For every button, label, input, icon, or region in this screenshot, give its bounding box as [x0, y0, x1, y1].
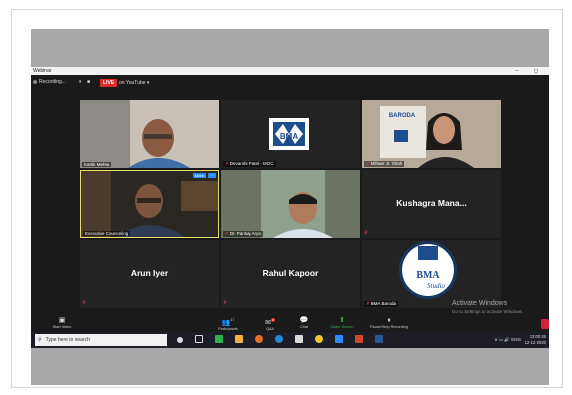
participants-icon: 👥17 [209, 316, 247, 327]
meeting-toolbar: ▣ Start Video 👥17 Participants ✉4 Q&A 💬 … [31, 315, 549, 332]
participant-name: Executive Counceling [83, 231, 131, 236]
search-placeholder: Type here to search [45, 337, 90, 343]
muted-mic-icon: ✗ [366, 161, 370, 166]
bottom-gray-band [31, 348, 549, 385]
muted-mic-icon: ✗ [366, 301, 370, 306]
recording-icon: ⏸ [387, 317, 391, 324]
activate-windows-title: Activate Windows [452, 300, 508, 307]
qa-icon: ✉4 [251, 316, 289, 327]
powerpoint-icon[interactable] [355, 335, 363, 343]
bma-text: BMA [416, 270, 440, 281]
system-tray[interactable]: ∧ ▭ 🔊 ENG [494, 337, 521, 343]
participant-name-text: Dr. Pankaj Arya [229, 231, 261, 236]
participant-name-text: Devarshi Patel - MOC [229, 161, 274, 166]
chat-button[interactable]: 💬 Chat [285, 316, 323, 329]
participant-name-large: Rahul Kapoor [262, 268, 319, 278]
muted-mic-icon: ✗ [82, 300, 87, 306]
video-feed-mihaer: BARODA [362, 100, 501, 168]
top-gray-band [31, 29, 549, 67]
muted-mic-icon: ✗ [364, 230, 369, 236]
video-feed-pankaj [221, 170, 360, 238]
recording-bar: Recording... ⏸ ■ LIVE on YouTube ▾ [31, 75, 549, 91]
video-tile-kushagra[interactable]: Kushagra Mana... ✗ [362, 170, 501, 238]
recording-status-text: Recording... [39, 79, 66, 85]
video-tile-arun[interactable]: Arun Iyer ✗ [80, 240, 219, 308]
studio-text: Studio [427, 282, 445, 290]
live-badge: LIVE [100, 79, 118, 87]
chrome-icon[interactable] [315, 335, 323, 343]
video-tile-devarshi[interactable]: BMA ✗Devarshi Patel - MOC [221, 100, 360, 168]
participants-label: Participants [218, 327, 238, 332]
file-explorer-icon[interactable] [235, 335, 243, 343]
pause-stop-recording-button[interactable]: ⏸ Pause/Stop Recording [365, 316, 413, 329]
participant-name: ✗BMA Baroda [364, 301, 399, 307]
stop-recording-button[interactable]: ■ [87, 79, 90, 85]
participant-name-text: Mihaer Jr. Shah [370, 161, 403, 166]
qa-count-badge: 4 [270, 318, 275, 322]
window-controls[interactable]: – ◻ [516, 67, 545, 75]
video-feed-executive [81, 171, 218, 237]
qa-button[interactable]: ✉4 Q&A [251, 316, 289, 331]
muted-mic-icon: ✗ [225, 231, 229, 236]
muted-mic-icon: ✗ [223, 300, 228, 306]
title-bar: Webinar – ◻ [31, 67, 549, 75]
store-icon[interactable] [295, 335, 303, 343]
video-tile-mihaer[interactable]: BARODA ✗Mihaer Jr. Shah [362, 100, 501, 168]
window-title: Webinar [33, 68, 52, 74]
firefox-icon[interactable] [255, 335, 263, 343]
participant-name-large: Arun Iyer [130, 268, 169, 278]
share-screen-label: Share Screen [330, 325, 354, 329]
search-icon: ⚲ [38, 337, 42, 343]
chat-label: Chat [299, 325, 309, 329]
recording-status: Recording... [33, 79, 66, 85]
video-tile-kartik[interactable]: Kartik Mehta [80, 100, 219, 168]
clock-date: 12-12-2020 [524, 340, 546, 345]
participant-name-large: Kushagra Mana... [396, 198, 467, 208]
cortana-icon[interactable] [177, 337, 183, 343]
participant-name: ✗Dr. Pankaj Arya [223, 231, 263, 237]
muted-mic-icon: ✗ [225, 161, 229, 166]
video-feed-kartik [80, 100, 219, 168]
participant-name: ✗Mihaer Jr. Shah [364, 161, 405, 167]
participants-button[interactable]: 👥17 Participants [209, 316, 247, 331]
pause-recording-button[interactable]: ⏸ [79, 79, 82, 85]
bma-logo-tile: BMA [269, 118, 309, 150]
banner-text: BARODA [389, 113, 416, 119]
pause-stop-recording-label: Pause/Stop Recording [370, 325, 408, 329]
participants-count: 17 [230, 318, 235, 322]
share-screen-icon: ⬆ [339, 317, 345, 324]
word-icon[interactable] [375, 335, 383, 343]
more-button[interactable]: More [192, 173, 206, 178]
bma-logo-text: BMA [280, 132, 298, 141]
video-tile-executive[interactable]: More ··· Executive Counceling [80, 170, 219, 238]
end-meeting-button[interactable] [541, 319, 549, 329]
video-tile-bma-baroda[interactable]: BMA Studio ✗BMA Baroda [362, 240, 501, 308]
zoom-app-icon[interactable] [335, 335, 343, 343]
bma-logo-icon: BMA [269, 118, 309, 150]
recording-dot-icon [33, 79, 37, 84]
taskbar-clock[interactable]: 13:00:45 12-12-2020 [525, 334, 546, 346]
live-target-dropdown[interactable]: on YouTube ▾ [119, 79, 149, 87]
share-screen-button[interactable]: ⬆ Share Screen [323, 316, 361, 329]
edge-icon[interactable] [275, 335, 283, 343]
app-icon-green[interactable] [215, 335, 223, 343]
windows-taskbar: ⚲ Type here to search ∧ ▭ 🔊 ENG 13:00:45 … [31, 332, 549, 348]
start-video-label: Start Video [52, 325, 72, 329]
tile-options-button[interactable]: ··· [208, 173, 216, 178]
chat-icon: 💬 [299, 317, 309, 324]
taskbar-search[interactable]: ⚲ Type here to search [35, 334, 167, 346]
video-off-icon: ▣ [58, 317, 66, 324]
bma-studio-logo: BMA Studio [362, 240, 501, 308]
participant-name: Kartik Mehta [82, 162, 112, 167]
participant-name-text: BMA Baroda [370, 301, 397, 306]
qa-label: Q&A [265, 327, 275, 332]
activate-windows-subtitle: Go to Settings to activate Windows. [452, 309, 524, 314]
task-view-icon[interactable] [195, 335, 203, 343]
zoom-webinar-window: Webinar – ◻ Recording... ⏸ ■ LIVE on You… [31, 67, 549, 348]
video-tile-rahul[interactable]: Rahul Kapoor ✗ [221, 240, 360, 308]
start-video-button[interactable]: ▣ Start Video [43, 316, 81, 329]
participant-name: ✗Devarshi Patel - MOC [223, 161, 276, 167]
video-tile-pankaj[interactable]: ✗Dr. Pankaj Arya [221, 170, 360, 238]
